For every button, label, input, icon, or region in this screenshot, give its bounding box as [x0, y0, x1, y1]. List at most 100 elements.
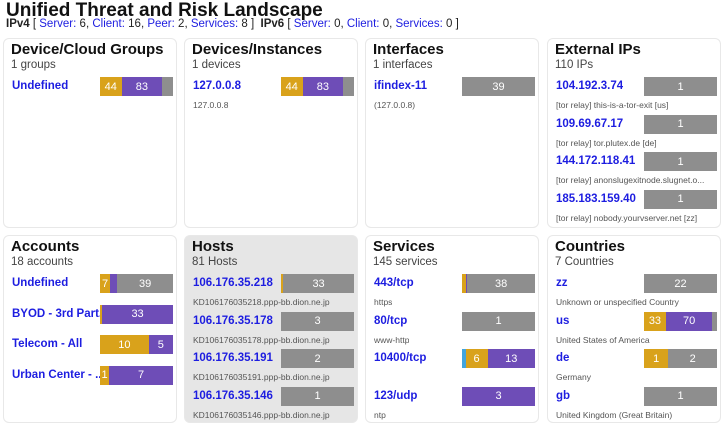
item-description: www-http [374, 334, 410, 345]
bar-segment-gray: 39 [462, 77, 535, 96]
count-bar[interactable]: 7 39 [100, 274, 173, 293]
item-link[interactable]: 80/tcp [374, 315, 407, 327]
count-bar[interactable]: 10 5 [100, 335, 173, 354]
list-item: 106.176.35.218 KD106176035218.ppp-bb.dion… [185, 274, 357, 312]
item-link[interactable]: 144.172.118.41 [556, 155, 635, 167]
count-bar[interactable]: 3 [281, 311, 354, 331]
item-link[interactable]: 123/udp [374, 390, 417, 402]
ipv6-client-link[interactable]: Client: [347, 18, 380, 30]
item-link[interactable]: de [556, 352, 569, 364]
count-bar[interactable]: 33 70 [644, 311, 717, 331]
bar-segment-purple: 5 [148, 335, 173, 354]
interfaces-panel: Interfaces 1 interfaces ifindex-11 (127.0… [365, 38, 539, 228]
item-link[interactable]: ifindex-11 [374, 80, 427, 92]
count-bar[interactable]: 1 [281, 386, 354, 406]
item-description: [tor relay] tor.plutex.de [de] [556, 137, 657, 148]
bar-segment-gray [712, 311, 717, 331]
list-item: 106.176.35.191 KD106176035191.ppp-bb.dion… [185, 349, 357, 387]
item-description: Germany [556, 372, 591, 382]
panel-subtitle: 1 groups [11, 59, 56, 71]
ipv6-services-link[interactable]: Services: [395, 18, 442, 30]
count-bar[interactable]: 44 83 [100, 77, 173, 96]
count-bar[interactable]: 44 83 [281, 77, 354, 96]
item-link[interactable]: us [556, 315, 569, 327]
bar-segment-gray: 1 [644, 152, 717, 171]
item-link[interactable]: 106.176.35.178 [193, 315, 273, 327]
count-bar[interactable]: 22 [644, 274, 717, 293]
item-description: KD106176035218.ppp-bb.dion.ne.jp [193, 297, 330, 307]
count-bar[interactable]: 1 [644, 152, 717, 171]
accounts-panel: Accounts 18 accounts Undefined 7 39 BYOD - … [3, 235, 177, 423]
bar-segment-gray: 1 [462, 311, 535, 331]
ipv4-services-value: 8 [241, 18, 248, 30]
item-description: United Kingdom (Great Britain) [556, 409, 673, 420]
list-item: gb United Kingdom (Great Britain) 1 [548, 386, 720, 423]
bar-segment-purple: 13 [487, 349, 535, 368]
item-link[interactable]: Undefined [12, 277, 68, 289]
devices-panel: Devices/Instances 1 devices 127.0.0.8 127… [184, 38, 358, 228]
list-item: 144.172.118.41 [tor relay] anonslugexitno… [548, 152, 720, 190]
bar-segment-yellow: 7 [100, 274, 111, 293]
ipv6-server-value: 0 [334, 18, 341, 30]
count-bar[interactable]: 1 [462, 311, 535, 331]
item-link[interactable]: Telecom - All [12, 338, 82, 350]
bar-segment-purple: 83 [302, 77, 344, 96]
ipv4-services-link[interactable]: Services: [191, 18, 238, 30]
list-item: 106.176.35.178 KD106176035178.ppp-bb.dion… [185, 311, 357, 350]
item-description: Unknown or unspecified Country [556, 297, 679, 307]
list-item: zz Unknown or unspecified Country 22 [548, 274, 720, 312]
item-link[interactable]: 106.176.35.191 [193, 352, 273, 364]
bar-segment-yellow: 10 [100, 335, 149, 354]
count-bar[interactable]: 33 [281, 274, 354, 293]
count-bar[interactable]: 33 [100, 304, 173, 324]
panel-title: Interfaces [373, 41, 444, 58]
list-item: ifindex-11 (127.0.0.8) 39 [366, 77, 538, 115]
bar-segment-gray: 33 [283, 274, 354, 293]
item-link[interactable]: Urban Center - ... [12, 369, 104, 381]
ipv6-server-link[interactable]: Server: [294, 18, 331, 30]
count-bar[interactable]: 12 [644, 349, 717, 368]
ipv4-server-link[interactable]: Server: [39, 18, 76, 30]
panel-subtitle: 7 Countries [555, 256, 614, 268]
item-link[interactable]: 104.192.3.74 [556, 80, 623, 92]
list-item: 109.69.67.17 [tor relay] tor.plutex.de [d… [548, 114, 720, 153]
count-bar[interactable]: 38 [462, 274, 535, 293]
item-description: [tor relay] nobody.yourvserver.net [zz] [556, 212, 698, 223]
count-bar[interactable]: 3 [462, 386, 535, 406]
ipv4-server-value: 6 [79, 18, 86, 30]
item-link[interactable]: 127.0.0.8 [193, 80, 241, 92]
bar-segment-yellow: 1 [644, 349, 669, 368]
count-bar[interactable]: 1 [644, 189, 717, 209]
ipv4-peer-link[interactable]: Peer: [147, 18, 175, 30]
count-bar[interactable]: 1 [644, 77, 717, 96]
item-link[interactable]: gb [556, 390, 570, 402]
item-link[interactable]: 185.183.159.40 [556, 193, 636, 205]
item-link[interactable]: 109.69.67.17 [556, 118, 623, 130]
item-description: United States of America [556, 334, 650, 345]
count-bar[interactable]: 1 [644, 386, 717, 406]
panel-title: Services [373, 238, 435, 255]
count-bar[interactable]: 6 13 [462, 349, 535, 368]
panel-title: Devices/Instances [192, 41, 323, 58]
item-link[interactable]: 106.176.35.218 [193, 277, 273, 289]
item-link[interactable]: Undefined [12, 80, 68, 92]
count-bar[interactable]: 1 [644, 114, 717, 134]
bar-segment-gray: 38 [467, 274, 535, 293]
count-bar[interactable]: 2 [281, 349, 354, 368]
bar-segment-gray: 1 [644, 386, 717, 406]
bar-segment-gray: 22 [644, 274, 717, 293]
bar-segment-yellow: 1 [100, 365, 110, 385]
bar-segment-gray [162, 77, 173, 96]
item-link[interactable]: 106.176.35.146 [193, 390, 273, 402]
ipv4-client-link[interactable]: Client: [92, 18, 125, 30]
item-description: [tor relay] anonslugexitnode.slugnet.o..… [556, 175, 705, 185]
item-link[interactable]: zz [556, 277, 568, 289]
item-link[interactable]: 10400/tcp [374, 352, 426, 364]
count-bar[interactable]: 39 [462, 77, 535, 96]
item-link[interactable]: 443/tcp [374, 277, 414, 289]
ip-stats-line: IPv4 [ Server: 6, Client: 16, Peer: 2, S… [6, 18, 459, 30]
bar-segment-gray: 2 [668, 349, 717, 368]
ipv4-peer-value: 2 [178, 18, 185, 30]
item-link[interactable]: BYOD - 3rd Part... [12, 308, 104, 320]
count-bar[interactable]: 17 [100, 365, 173, 385]
